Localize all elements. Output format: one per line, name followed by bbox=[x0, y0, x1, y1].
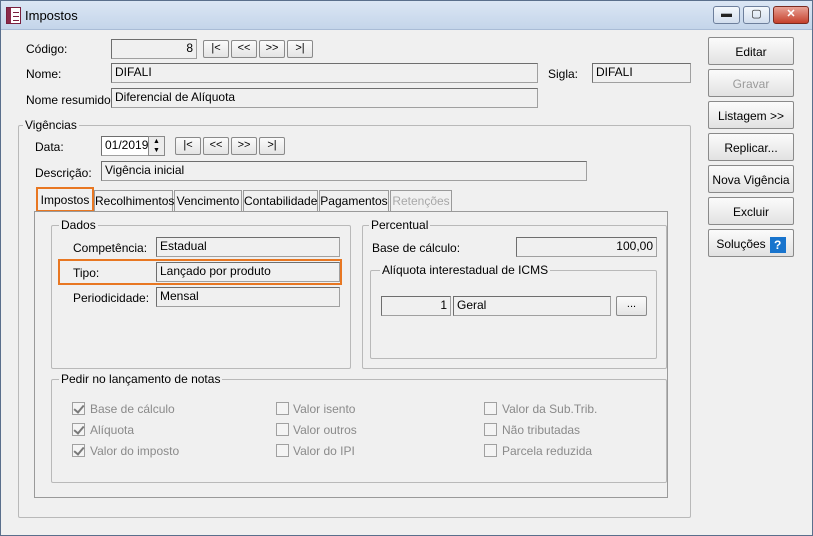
impostos-window: Impostos ▬ ▢ ✕ Código: 8 |< << >> >| Nom… bbox=[0, 0, 813, 536]
replicar-button[interactable]: Replicar... bbox=[708, 133, 794, 161]
excluir-vigencia-button[interactable]: Excluir Vigência bbox=[708, 197, 794, 247]
spin-up-icon[interactable]: ▲ bbox=[149, 137, 164, 146]
tab-contabilidade[interactable]: Contabilidade bbox=[243, 190, 318, 212]
sigla-field[interactable]: DIFALI bbox=[592, 63, 691, 83]
editar-button[interactable]: Editar bbox=[708, 37, 794, 65]
tab-pagamentos[interactable]: Pagamentos bbox=[319, 190, 389, 212]
valor-outros-checkbox[interactable] bbox=[276, 423, 289, 436]
valor-isento-checkbox-label: Valor isento bbox=[293, 402, 356, 416]
vigencia-first-button[interactable]: |< bbox=[175, 137, 201, 155]
vigencia-last-button[interactable]: >| bbox=[259, 137, 285, 155]
tab-recolhimentos[interactable]: Recolhimentos bbox=[94, 190, 174, 212]
vigencia-prev-button[interactable]: << bbox=[203, 137, 229, 155]
data-label: Data: bbox=[35, 140, 64, 154]
base-calculo-checkbox[interactable] bbox=[72, 402, 85, 415]
app-document-icon bbox=[6, 7, 21, 24]
aliquota-checkbox-label: Alíquota bbox=[90, 423, 135, 437]
valor-imposto-checkbox-label: Valor do imposto bbox=[90, 444, 180, 458]
nova-vigencia-button[interactable]: Nova Vigência bbox=[708, 165, 794, 193]
base-calculo-label: Base de cálculo: bbox=[372, 241, 461, 255]
nome-resumido-field[interactable]: Diferencial de Alíquota bbox=[111, 88, 538, 108]
nao-tributadas-checkbox-label: Não tributadas bbox=[502, 423, 581, 437]
help-icon: ? bbox=[769, 236, 786, 253]
gravar-button[interactable]: Gravar bbox=[708, 69, 794, 97]
parcela-reduzida-checkbox-label: Parcela reduzida bbox=[502, 444, 593, 458]
pedir-notas-title: Pedir no lançamento de notas bbox=[59, 372, 223, 386]
tab-impostos[interactable]: Impostos bbox=[36, 187, 94, 212]
nome-resumido-label: Nome resumido: bbox=[26, 93, 115, 107]
competencia-field[interactable]: Estadual bbox=[156, 237, 340, 257]
codigo-first-button[interactable]: |< bbox=[203, 40, 229, 58]
nome-label: Nome: bbox=[26, 67, 62, 81]
codigo-prev-button[interactable]: << bbox=[231, 40, 257, 58]
valor-imposto-checkbox[interactable] bbox=[72, 444, 85, 457]
tipo-field[interactable]: Lançado por produto bbox=[156, 262, 340, 282]
minimize-button[interactable]: ▬ bbox=[713, 6, 740, 24]
tipo-label: Tipo: bbox=[73, 266, 100, 280]
parcela-reduzida-checkbox[interactable] bbox=[484, 444, 497, 457]
sigla-label: Sigla: bbox=[548, 67, 579, 81]
codigo-field[interactable]: 8 bbox=[111, 39, 197, 59]
tab-retencoes[interactable]: Retenções bbox=[390, 190, 452, 212]
codigo-next-button[interactable]: >> bbox=[259, 40, 285, 58]
close-button[interactable]: ✕ bbox=[773, 6, 809, 24]
data-spinner[interactable]: ▲ ▼ bbox=[148, 136, 165, 156]
window-title: Impostos bbox=[25, 8, 78, 23]
maximize-button[interactable]: ▢ bbox=[743, 6, 770, 24]
valor-ipi-checkbox[interactable] bbox=[276, 444, 289, 457]
valor-outros-checkbox-label: Valor outros bbox=[293, 423, 357, 437]
periodicidade-field[interactable]: Mensal bbox=[156, 287, 340, 307]
valor-sub-trib-checkbox-label: Valor da Sub.Trib. bbox=[502, 402, 598, 416]
aliquota-name-field[interactable]: Geral bbox=[453, 296, 611, 316]
periodicidade-label: Periodicidade: bbox=[73, 291, 150, 305]
solucoes-button[interactable]: Soluções? bbox=[708, 229, 794, 257]
spin-down-icon[interactable]: ▼ bbox=[149, 146, 164, 155]
base-calculo-field[interactable]: 100,00 bbox=[516, 237, 657, 257]
descricao-field[interactable]: Vigência inicial bbox=[101, 161, 587, 181]
codigo-last-button[interactable]: >| bbox=[287, 40, 313, 58]
descricao-label: Descrição: bbox=[35, 166, 92, 180]
nao-tributadas-checkbox[interactable] bbox=[484, 423, 497, 436]
aliquota-code-field[interactable]: 1 bbox=[381, 296, 451, 316]
aliquota-checkbox[interactable] bbox=[72, 423, 85, 436]
tab-vencimento[interactable]: Vencimento bbox=[174, 190, 242, 212]
listagem-button[interactable]: Listagem >> bbox=[708, 101, 794, 129]
dados-title: Dados bbox=[59, 218, 98, 232]
title-bar: Impostos ▬ ▢ ✕ bbox=[1, 1, 812, 30]
aliquota-icms-title: Alíquota interestadual de ICMS bbox=[380, 263, 551, 277]
codigo-label: Código: bbox=[26, 42, 68, 56]
data-field[interactable]: 01/2019 bbox=[101, 136, 149, 156]
base-calculo-checkbox-label: Base de cálculo bbox=[90, 402, 175, 416]
vigencias-title: Vigências bbox=[23, 118, 79, 132]
valor-ipi-checkbox-label: Valor do IPI bbox=[293, 444, 355, 458]
competencia-label: Competência: bbox=[73, 241, 148, 255]
nome-field[interactable]: DIFALI bbox=[111, 63, 538, 83]
vigencia-next-button[interactable]: >> bbox=[231, 137, 257, 155]
valor-isento-checkbox[interactable] bbox=[276, 402, 289, 415]
aliquota-browse-button[interactable]: ... bbox=[616, 296, 647, 316]
percentual-title: Percentual bbox=[369, 218, 431, 232]
valor-sub-trib-checkbox[interactable] bbox=[484, 402, 497, 415]
solucoes-label: Soluções bbox=[716, 237, 766, 251]
